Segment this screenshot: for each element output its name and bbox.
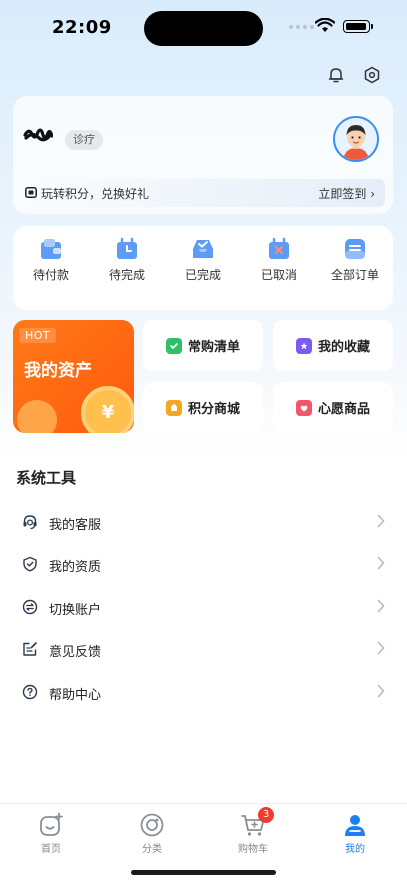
feature-label: 常购清单 [187,340,240,355]
points-mall-icon [165,399,182,416]
tool-label: 切换账户 [49,603,102,618]
feature-label: 我的收藏 [317,340,370,355]
top-actions [325,64,383,86]
profile-card: 诊疗 玩转积分，兑换好礼 立即签到 › [13,96,393,214]
yen-coin-icon: ¥ [81,386,134,433]
tab-label: 分类 [142,844,162,855]
feature-label: 积分商城 [187,402,240,417]
tool-help-center[interactable]: 帮助中心 [0,672,407,712]
points-icon [25,187,37,198]
frequent-purchase-list[interactable]: 常购清单 [143,320,263,371]
battery-icon [343,20,373,33]
feature-label: 心愿商品 [317,402,370,417]
chevron-right-icon [377,514,385,528]
category-icon [139,812,165,838]
wifi-icon [315,18,335,32]
order-cancelled[interactable]: 已取消 [244,236,314,283]
order-all[interactable]: 全部订单 [320,236,390,283]
avatar[interactable] [333,116,379,162]
feedback-icon [23,642,37,656]
signin-button[interactable]: 立即签到 › [318,185,375,202]
list-check-icon [165,337,182,354]
clock-bag-icon [114,236,140,262]
user-tag: 诊疗 [65,130,103,150]
profile-icon [342,812,368,838]
chevron-right-icon [377,684,385,698]
home-icon [38,812,64,838]
order-label: 待付款 [32,268,69,282]
username-redacted [23,128,53,142]
tool-label: 我的资质 [49,560,102,575]
tool-label: 帮助中心 [49,688,102,703]
tools-section-title: 系统工具 [16,469,77,487]
tab-profile[interactable]: 我的 [320,812,390,855]
chevron-right-icon: › [370,187,375,201]
tab-cart[interactable]: 3 购物车 [218,807,288,855]
chevron-right-icon [377,599,385,613]
tool-qualifications[interactable]: 我的资质 [0,544,407,584]
cancel-bag-icon [266,236,292,262]
customer-service-icon [23,515,37,530]
order-label: 待完成 [108,268,145,282]
my-assets-title: 我的资产 [24,361,92,381]
my-assets-tile[interactable]: HOT 我的资产 ¥ [13,320,134,433]
tab-label: 我的 [345,844,365,855]
wallet-icon [38,236,64,262]
signal-icon [289,25,314,29]
tab-label: 购物车 [238,844,268,855]
home-indicator [131,870,276,875]
wish-products[interactable]: 心愿商品 [273,382,393,433]
wish-bag-icon [295,399,312,416]
order-label: 已完成 [184,268,221,282]
orders-card: 待付款 待完成 已完成 已取消 全部订单 [13,226,393,310]
switch-account-icon [22,599,38,615]
my-favorites[interactable]: 我的收藏 [273,320,393,371]
cart-icon: 3 [240,807,274,838]
bell-icon[interactable] [325,64,347,86]
points-bar[interactable]: 玩转积分，兑换好礼 立即签到 › [21,179,385,207]
points-mall[interactable]: 积分商城 [143,382,263,433]
signin-label: 立即签到 [318,187,367,201]
settings-icon[interactable] [361,64,383,86]
points-promo-text: 玩转积分，兑换好礼 [41,187,150,201]
chevron-right-icon [377,641,385,655]
coin-symbol: ¥ [101,402,115,423]
tab-category[interactable]: 分类 [117,812,187,855]
dynamic-island [144,11,263,46]
all-orders-icon [342,236,368,262]
order-pending-payment[interactable]: 待付款 [16,236,86,283]
chevron-right-icon [377,556,385,570]
status-bar: 22:09 [0,0,407,56]
tab-home[interactable]: 首页 [16,812,86,855]
coin-decoration [17,400,57,433]
shield-check-icon [23,556,37,572]
help-icon [22,684,38,700]
order-label: 全部订单 [330,268,379,282]
order-completed[interactable]: 已完成 [168,236,238,283]
tool-feedback[interactable]: 意见反馈 [0,629,407,669]
tool-customer-service[interactable]: 我的客服 [0,502,407,542]
tool-label: 意见反馈 [49,645,102,660]
hot-badge: HOT [19,328,57,343]
order-label: 已取消 [260,268,297,282]
cart-badge: 3 [258,807,274,823]
tab-label: 首页 [41,844,61,855]
status-time: 22:09 [52,17,112,38]
star-shield-icon [295,337,312,354]
inbox-check-icon [190,236,216,262]
tool-switch-account[interactable]: 切换账户 [0,587,407,627]
tool-label: 我的客服 [49,518,102,533]
order-to-complete[interactable]: 待完成 [92,236,162,283]
